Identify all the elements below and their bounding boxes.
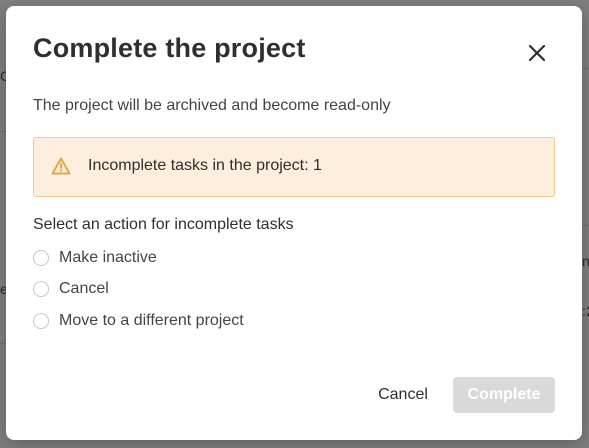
option-make-inactive[interactable]: Make inactive — [33, 249, 157, 267]
background-divider — [582, 68, 589, 69]
radio-move-project[interactable] — [33, 313, 49, 329]
option-label: Cancel — [59, 280, 109, 297]
option-label: Make inactive — [59, 249, 157, 266]
radio-cancel[interactable] — [33, 281, 49, 297]
close-icon — [528, 44, 546, 62]
warning-banner: Incomplete tasks in the project: 1 — [33, 137, 555, 197]
dialog-title: Complete the project — [33, 33, 306, 63]
cancel-button[interactable]: Cancel — [370, 377, 436, 413]
option-label: Move to a different project — [59, 312, 244, 329]
option-move-project[interactable]: Move to a different project — [33, 312, 244, 330]
radio-make-inactive[interactable] — [33, 250, 49, 266]
background-text: :2 — [582, 303, 589, 319]
incomplete-tasks-action-label: Select an action for incomplete tasks — [33, 216, 294, 233]
close-button[interactable] — [524, 40, 550, 66]
complete-button[interactable]: Complete — [453, 377, 555, 413]
option-cancel[interactable]: Cancel — [33, 280, 109, 298]
warning-text: Incomplete tasks in the project: 1 — [88, 157, 322, 174]
warning-icon — [51, 157, 71, 175]
dialog-subtitle: The project will be archived and become … — [33, 97, 391, 114]
complete-project-dialog: Complete the project The project will be… — [6, 6, 582, 440]
background-divider — [582, 225, 589, 226]
background-text: nc — [582, 253, 589, 269]
